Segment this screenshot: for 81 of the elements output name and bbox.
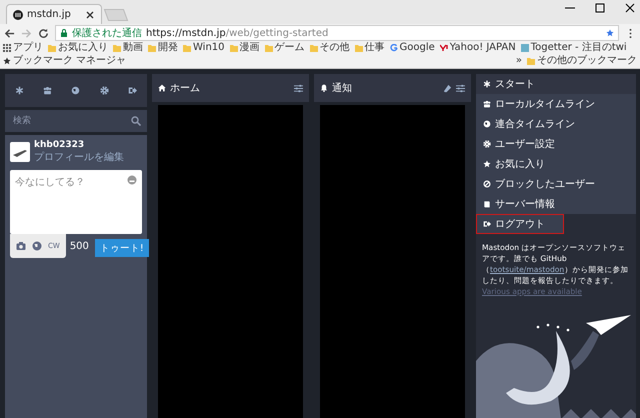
menu-item[interactable]: ユーザー設定 — [476, 134, 636, 154]
character-counter: 500 — [70, 240, 89, 252]
block-icon — [483, 180, 491, 188]
y-logo-icon — [440, 44, 448, 52]
close-icon[interactable] — [85, 10, 95, 20]
close-icon[interactable] — [624, 2, 636, 14]
exit-icon — [483, 220, 491, 228]
folder-icon — [48, 44, 56, 52]
star-icon — [3, 57, 11, 65]
sliders-icon[interactable] — [294, 84, 303, 92]
back-arrow-icon[interactable] — [4, 28, 15, 38]
bookmark-item[interactable]: ブックマーク マネージャ — [13, 55, 126, 67]
search-icon — [131, 116, 141, 126]
maximize-icon[interactable] — [594, 2, 606, 14]
search-bar[interactable]: 検索 — [5, 110, 147, 132]
bookmark-item[interactable]: その他 — [320, 42, 350, 54]
home-icon — [158, 84, 166, 92]
apps-grid-icon — [3, 44, 11, 52]
globe-icon[interactable] — [32, 241, 42, 251]
edit-profile-link[interactable]: プロフィールを編集 — [34, 150, 124, 164]
browser-tab[interactable]: mstdn.jp — [6, 4, 102, 24]
folder-icon — [264, 44, 273, 52]
bookmark-item[interactable]: Yahoo! JAPAN — [450, 42, 516, 54]
asterisk-icon — [14, 86, 24, 95]
menu-item[interactable]: サーバー情報 — [476, 194, 636, 214]
bell-icon — [320, 84, 328, 92]
mastodon-favicon-icon — [13, 10, 23, 20]
folder-icon — [354, 44, 363, 52]
menu-item[interactable]: スタート — [476, 74, 636, 94]
lock-icon — [60, 29, 68, 37]
bookmark-item[interactable]: その他のブックマーク — [537, 55, 637, 67]
bookmark-item[interactable]: 開発 — [158, 42, 178, 54]
search-field[interactable]: 検索 — [11, 115, 131, 127]
bookmark-item[interactable]: Win10 — [193, 42, 225, 54]
menu-item[interactable]: ブロックしたユーザー — [476, 174, 636, 194]
star-icon[interactable] — [606, 29, 614, 37]
site-icon — [520, 44, 529, 52]
folder-icon — [230, 44, 238, 52]
menu-item[interactable]: 連合タイムライン — [476, 114, 636, 134]
menu-item[interactable]: ログアウト — [476, 214, 564, 234]
book-icon — [483, 200, 491, 208]
g-logo-icon — [390, 44, 398, 52]
bookmark-item[interactable]: 漫画 — [240, 42, 260, 54]
camera-icon[interactable] — [16, 241, 26, 251]
bookmark-item[interactable]: Google — [400, 42, 435, 54]
bookmark-item[interactable]: Togetter - 注目のtwi — [530, 42, 627, 54]
gear-icon — [483, 140, 491, 148]
bookmark-item[interactable]: 仕事 — [364, 42, 385, 54]
exit-icon — [128, 86, 138, 95]
username: khb02323 — [34, 140, 86, 150]
menu-item[interactable]: ローカルタイムライン — [476, 94, 636, 114]
folder-icon — [183, 44, 191, 52]
folder-icon — [527, 57, 535, 65]
bookmark-item[interactable]: アプリ — [13, 42, 43, 54]
folder-icon — [148, 44, 156, 52]
column-title: ホーム — [170, 82, 201, 95]
bookmark-item[interactable]: 動画 — [123, 42, 143, 54]
url-text: https://mstdn.jp/web/getting-started — [146, 28, 328, 38]
secure-label: 保護された通信 — [72, 26, 142, 40]
bookmark-item[interactable]: お気に入り — [58, 42, 108, 54]
bookmark-item[interactable]: ゲーム — [274, 42, 305, 54]
globe-icon — [71, 86, 80, 95]
tab-title: mstdn.jp — [27, 9, 71, 20]
compose-box[interactable]: 今なにしてる？ — [10, 170, 142, 234]
menu-item[interactable]: お気に入り — [476, 154, 636, 174]
eraser-icon[interactable] — [443, 84, 452, 92]
reload-icon[interactable] — [38, 28, 49, 38]
people-icon — [43, 86, 52, 95]
star-icon — [483, 160, 491, 168]
globe-icon — [483, 120, 491, 128]
sliders-icon[interactable] — [456, 84, 465, 92]
column-title: 通知 — [332, 82, 353, 95]
people-icon — [483, 100, 491, 108]
more-bookmarks-chevron[interactable]: » — [516, 55, 522, 67]
avatar-image — [10, 142, 30, 162]
gear-icon — [100, 86, 109, 95]
folder-icon — [113, 44, 121, 52]
address-bar[interactable]: 保護された通信 https://mstdn.jp/web/getting-started — [55, 25, 619, 41]
asterisk-icon — [483, 80, 491, 88]
folder-icon — [310, 44, 318, 52]
emoji-icon[interactable] — [127, 175, 137, 185]
